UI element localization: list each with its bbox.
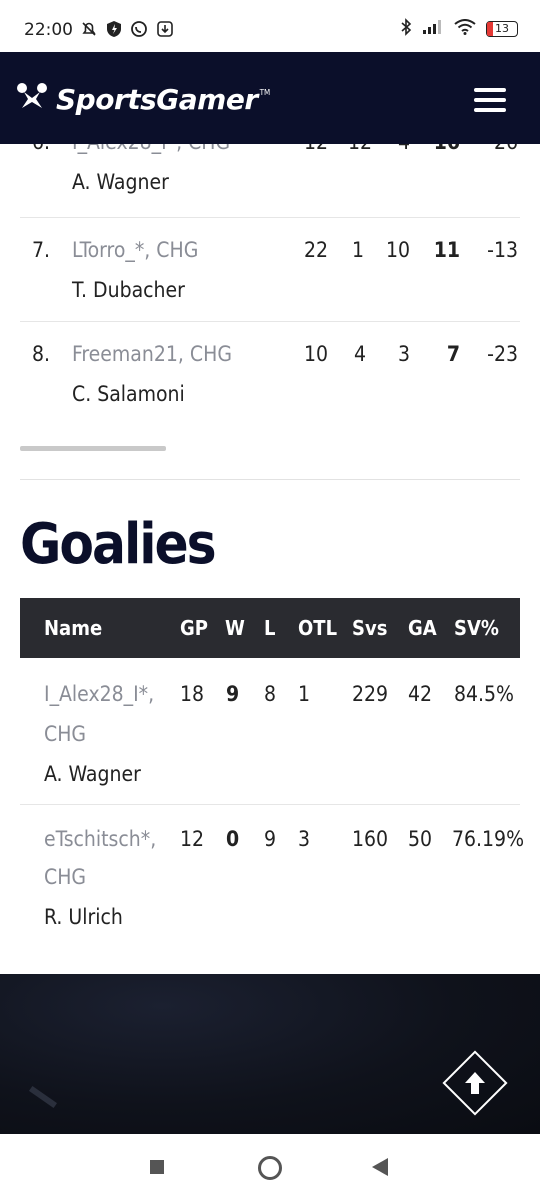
goalie-otl: 3 — [298, 827, 311, 851]
battery-icon: 13 — [486, 21, 518, 37]
skater-rank: 8. — [32, 342, 51, 366]
shield-icon — [106, 20, 122, 42]
goalie-w: 9 — [226, 682, 240, 706]
skater-stat-1: 22 — [303, 238, 328, 262]
home-icon[interactable] — [258, 1156, 282, 1180]
col-header-svs[interactable]: Svs — [352, 616, 387, 640]
skater-row: 8. Freeman21, CHG C. Salamoni 10 4 3 7 -… — [20, 322, 520, 426]
skater-gamertag[interactable]: I_Alex28_I*, CHG — [72, 144, 230, 154]
skater-stat-2: 12 — [346, 144, 372, 154]
skater-stat-1: 12 — [302, 144, 328, 154]
skater-stat-5: -13 — [487, 238, 518, 262]
download-icon — [156, 20, 174, 42]
goalie-svp: 84.5% — [454, 682, 515, 706]
skater-stat-4: 11 — [433, 238, 460, 262]
trademark: TM — [259, 87, 271, 97]
goalie-team[interactable]: CHG — [44, 865, 86, 889]
skater-rank: 6. — [32, 144, 50, 154]
system-nav-bar — [0, 1134, 540, 1200]
signal-icon — [422, 19, 444, 39]
site-header: SportsGamer TM — [0, 52, 540, 144]
horizontal-scrollbar[interactable] — [20, 446, 166, 451]
section-title: Goalies — [20, 512, 217, 577]
bell-off-icon — [80, 20, 98, 42]
goalie-gp: 18 — [180, 682, 205, 706]
col-header-name[interactable]: Name — [44, 616, 102, 640]
skater-player-name: A. Wagner — [72, 170, 169, 194]
goalie-row: I_Alex28_I*, CHG A. Wagner 18 9 8 1 229 … — [20, 660, 520, 805]
goalie-team[interactable]: CHG — [44, 722, 86, 746]
footer-background-graphic — [28, 1085, 58, 1109]
skater-stat-2: 4 — [353, 342, 366, 366]
skater-stat-3: 10 — [385, 238, 410, 262]
goalie-row: eTschitsch*, CHG R. Ulrich 12 0 9 3 160 … — [20, 805, 524, 945]
goalie-ga: 50 — [408, 827, 433, 851]
skater-player-name: T. Dubacher — [72, 278, 185, 302]
section-divider — [20, 479, 520, 480]
skater-stat-5: -23 — [487, 342, 518, 366]
skater-stat-5: -26 — [478, 144, 518, 154]
goalie-svs: 229 — [352, 682, 389, 706]
goalie-w: 0 — [226, 827, 240, 851]
skater-stat-4: 7 — [446, 342, 460, 366]
col-header-otl[interactable]: OTL — [298, 616, 337, 640]
goalie-gamertag[interactable]: I_Alex28_I*, — [44, 682, 154, 706]
goalie-ga: 42 — [408, 682, 433, 706]
col-header-svp[interactable]: SV% — [454, 616, 499, 640]
whatsapp-icon — [130, 20, 148, 42]
skater-stat-3: 4 — [390, 144, 410, 154]
goalie-player-name: A. Wagner — [44, 762, 141, 786]
skater-row: 6. I_Alex28_I*, CHG A. Wagner 12 12 4 16… — [20, 144, 520, 218]
recent-apps-icon[interactable] — [150, 1160, 164, 1174]
back-icon[interactable] — [372, 1158, 388, 1176]
skater-gamertag[interactable]: LTorro_*, CHG — [72, 238, 198, 262]
skater-stat-3: 3 — [397, 342, 410, 366]
skater-row: 7. LTorro_*, CHG T. Dubacher 22 1 10 11 … — [20, 218, 520, 322]
status-time: 22:00 — [24, 20, 73, 40]
site-logo[interactable]: SportsGamer TM — [14, 82, 270, 116]
skater-stat-4: 16 — [430, 144, 460, 154]
goalie-svp: 76.19% — [452, 827, 525, 851]
bluetooth-icon — [400, 18, 412, 40]
skater-stat-2: 1 — [351, 238, 364, 262]
col-header-w[interactable]: W — [225, 616, 245, 640]
col-header-ga[interactable]: GA — [408, 616, 437, 640]
battery-level: 13 — [495, 22, 509, 35]
goalie-player-name: R. Ulrich — [44, 905, 123, 929]
goalie-gp: 12 — [180, 827, 205, 851]
skater-gamertag[interactable]: Freeman21, CHG — [72, 342, 232, 366]
goalie-l: 9 — [264, 827, 277, 851]
goalie-otl: 1 — [298, 682, 311, 706]
logo-mark-icon — [14, 82, 50, 116]
goalie-table-header: Name GP W L OTL Svs GA SV% — [20, 598, 520, 658]
goalie-gamertag[interactable]: eTschitsch*, — [44, 827, 156, 851]
menu-icon[interactable] — [474, 88, 506, 112]
arrow-up-icon[interactable] — [457, 1068, 493, 1098]
wifi-icon — [454, 19, 476, 39]
skater-player-name: C. Salamoni — [72, 382, 185, 406]
goalie-svs: 160 — [352, 827, 389, 851]
brand-name: SportsGamer — [56, 82, 258, 116]
skater-stat-1: 10 — [303, 342, 328, 366]
col-header-gp[interactable]: GP — [180, 616, 208, 640]
goalie-l: 8 — [264, 682, 277, 706]
status-bar: 22:00 13 — [0, 0, 540, 52]
skater-rank: 7. — [32, 238, 51, 262]
col-header-l[interactable]: L — [264, 616, 275, 640]
site-footer — [0, 974, 540, 1134]
